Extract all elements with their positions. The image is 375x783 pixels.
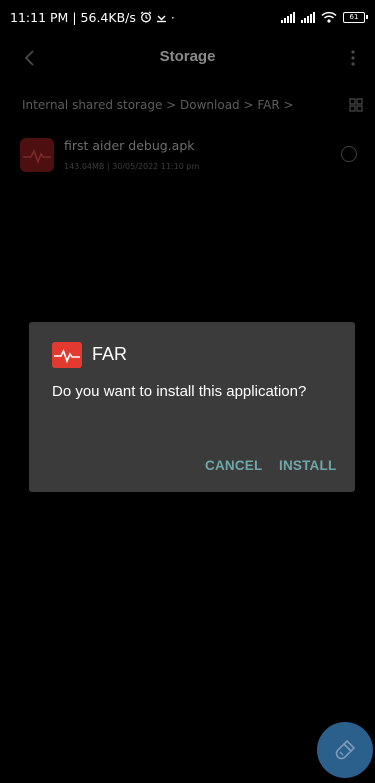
- status-left: 11:11 PM | 56.4KB/s ·: [10, 10, 175, 25]
- signal-icon: [281, 11, 295, 23]
- file-meta: 143.04MB | 30/05/2022 11:10 pm: [64, 162, 200, 171]
- more-icon[interactable]: [345, 48, 361, 68]
- status-right: 61: [281, 11, 368, 23]
- status-bar: 11:11 PM | 56.4KB/s · 61: [0, 0, 375, 34]
- file-name: first aider debug.apk: [64, 138, 195, 153]
- download-icon: [156, 15, 166, 23]
- status-network-speed: 56.4KB/s: [80, 9, 136, 25]
- signal-icon-2: [301, 11, 315, 23]
- status-separator: |: [72, 9, 77, 25]
- breadcrumb[interactable]: Internal shared storage > Download > FAR…: [22, 98, 335, 112]
- list-item[interactable]: first aider debug.apk 143.04MB | 30/05/2…: [0, 134, 375, 184]
- page-title: Storage: [159, 48, 216, 65]
- dialog-app-name: FAR: [92, 344, 128, 364]
- status-dot: ·: [170, 9, 175, 25]
- heartbeat-icon: [23, 148, 51, 165]
- status-time: 11:11 PM: [10, 9, 69, 25]
- app-bar: Storage: [0, 38, 375, 78]
- brush-icon: [335, 739, 356, 760]
- clean-fab-button[interactable]: [317, 722, 373, 778]
- heartbeat-icon: [54, 348, 80, 364]
- alarm-icon: [140, 11, 152, 23]
- file-select-checkbox[interactable]: [341, 146, 357, 162]
- file-app-icon: [20, 138, 54, 172]
- battery-icon: 61: [343, 11, 368, 23]
- dialog-message: Do you want to install this application?: [52, 383, 307, 400]
- cancel-button[interactable]: CANCEL: [205, 458, 262, 473]
- battery-level: 61: [349, 12, 359, 21]
- dialog-app-icon: [52, 342, 82, 368]
- install-button[interactable]: INSTALL: [279, 458, 336, 473]
- grid-icon[interactable]: [349, 98, 363, 112]
- install-dialog: FAR Do you want to install this applicat…: [29, 322, 355, 492]
- wifi-icon: [321, 11, 337, 23]
